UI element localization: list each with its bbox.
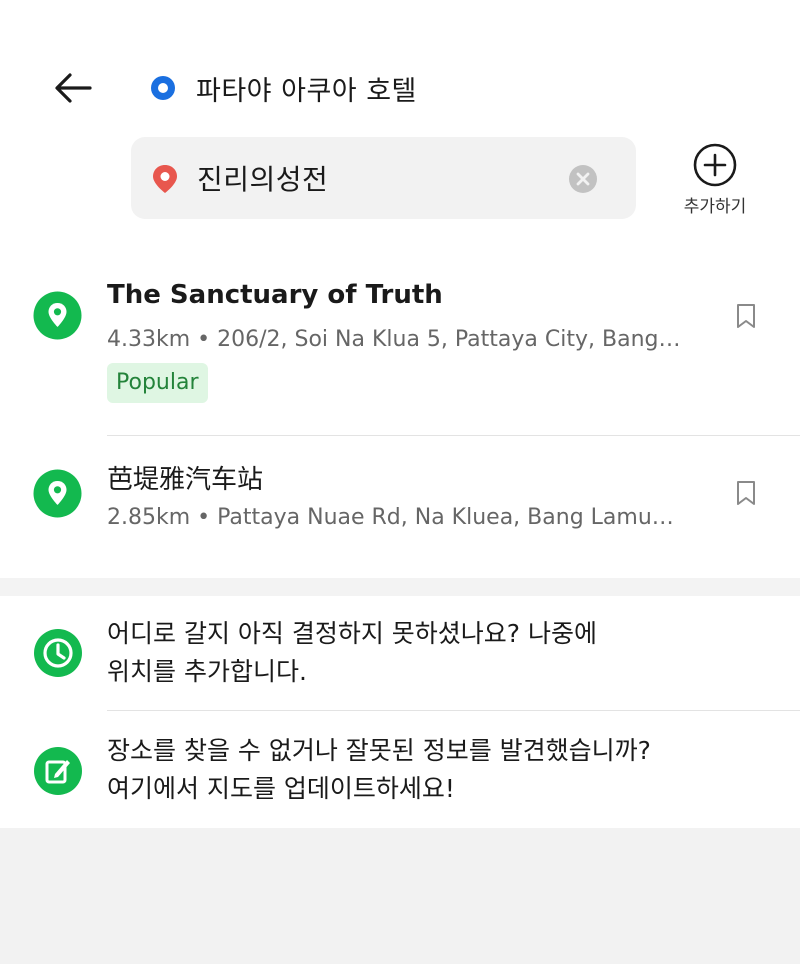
info-divider xyxy=(107,710,800,711)
popular-badge: Popular xyxy=(107,363,208,403)
info-line: 여기에서 지도를 업데이트하세요! xyxy=(107,774,455,803)
add-location-later-item[interactable]: 어디로 갈지 아직 결정하지 못하셨나요? 나중에 위치를 추가합니다. xyxy=(0,596,800,711)
location-pin-icon xyxy=(33,469,82,518)
clear-input-icon[interactable] xyxy=(568,164,598,194)
result-title: The Sanctuary of Truth xyxy=(107,280,443,310)
result-address: 2.85km • Pattaya Nuae Rd, Na Kluea, Bang… xyxy=(107,505,687,530)
add-location-later-text: 어디로 갈지 아직 결정하지 못하셨나요? 나중에 위치를 추가합니다. xyxy=(107,615,597,691)
back-arrow-icon xyxy=(55,73,92,103)
add-circle-icon xyxy=(693,143,737,187)
bookmark-icon[interactable] xyxy=(734,302,758,330)
destination-input[interactable] xyxy=(197,155,557,201)
result-item[interactable]: The Sanctuary of Truth 4.33km • 206/2, S… xyxy=(0,250,800,436)
location-pin-icon xyxy=(33,291,82,340)
result-address: 4.33km • 206/2, Soi Na Klua 5, Pattaya C… xyxy=(107,327,687,352)
search-results-list: The Sanctuary of Truth 4.33km • 206/2, S… xyxy=(0,250,800,577)
result-item[interactable]: 芭堤雅汽车站 2.85km • Pattaya Nuae Rd, Na Klue… xyxy=(0,435,800,577)
update-map-item[interactable]: 장소를 찾을 수 없거나 잘못된 정보를 발견했습니까? 여기에서 지도를 업데… xyxy=(0,712,800,828)
bookmark-icon[interactable] xyxy=(734,479,758,507)
info-line: 어디로 갈지 아직 결정하지 못하셨나요? 나중에 xyxy=(107,619,598,648)
result-title: 芭堤雅汽车站 xyxy=(107,465,264,495)
search-header: 파타야 아쿠아 호텔 추가하기 xyxy=(0,0,800,240)
origin-dot-icon xyxy=(151,76,175,100)
origin-label: 파타야 아쿠아 호텔 xyxy=(196,75,417,107)
destination-pin-icon xyxy=(153,165,177,193)
section-separator xyxy=(0,578,800,596)
info-line: 장소를 찾을 수 없거나 잘못된 정보를 발견했습니까? xyxy=(107,736,651,765)
back-button[interactable] xyxy=(50,66,96,112)
origin-row[interactable]: 파타야 아쿠아 호텔 xyxy=(150,68,417,108)
edit-map-icon xyxy=(34,747,82,795)
update-map-text: 장소를 찾을 수 없거나 잘못된 정보를 발견했습니까? 여기에서 지도를 업데… xyxy=(107,732,651,808)
info-line: 위치를 추가합니다. xyxy=(107,657,307,686)
help-section: 어디로 갈지 아직 결정하지 못하셨나요? 나중에 위치를 추가합니다. 장소를… xyxy=(0,596,800,828)
add-stop-label: 추가하기 xyxy=(683,197,747,217)
clock-icon xyxy=(34,629,82,677)
add-stop-button[interactable]: 추가하기 xyxy=(672,140,758,220)
empty-background xyxy=(0,828,800,964)
destination-search-field[interactable] xyxy=(131,137,636,219)
